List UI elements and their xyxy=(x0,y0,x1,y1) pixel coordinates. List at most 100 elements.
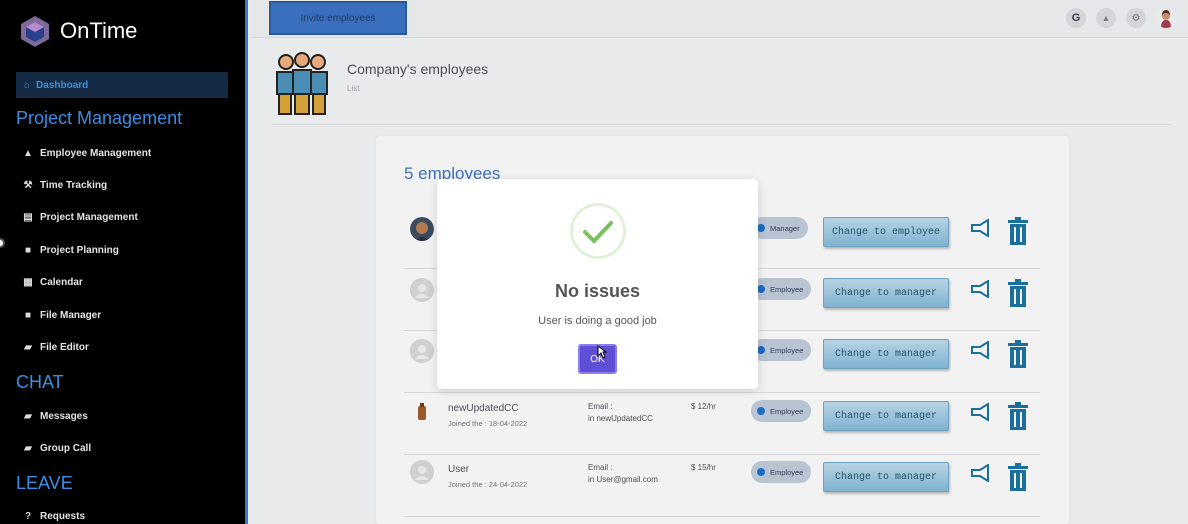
sidebar-item-requests[interactable]: ? Requests xyxy=(22,511,85,522)
avatar xyxy=(410,278,434,302)
sidebar-item-calendar[interactable]: ▦ Calendar xyxy=(22,277,83,288)
app-name: OnTime xyxy=(60,18,138,43)
trash-icon[interactable] xyxy=(1007,217,1029,245)
role-badge: Employee xyxy=(751,461,812,483)
role-badge: Employee xyxy=(751,278,812,300)
sidebar-item-label: File Editor xyxy=(40,342,89,353)
change-role-button[interactable]: Change to manager xyxy=(823,462,949,492)
brand[interactable]: OnTime xyxy=(18,14,137,48)
employee-email: in User@gmail.com xyxy=(588,475,658,484)
building-icon: ▤ xyxy=(23,212,33,223)
employee-name: newUpdatedCC xyxy=(448,403,519,414)
sidebar-item-label: Time Tracking xyxy=(40,180,108,191)
dialog-message: User is doing a good job xyxy=(538,315,657,327)
sidebar-item-label: Requests xyxy=(40,511,86,522)
section-title-chat: CHAT xyxy=(16,372,64,392)
wrench-icon: ⚒ xyxy=(23,180,33,191)
home-icon: ⌂ xyxy=(24,79,31,91)
trash-icon[interactable] xyxy=(1007,402,1029,430)
status-dot xyxy=(757,468,765,476)
question-icon: ? xyxy=(24,511,32,522)
book-icon: ▰ xyxy=(24,443,32,454)
sidebar-item-label: Project Management xyxy=(40,212,138,223)
bell-icon[interactable]: ▴ xyxy=(1096,8,1116,28)
change-role-button[interactable]: Change to employee xyxy=(823,217,949,247)
megaphone-icon[interactable] xyxy=(970,341,990,359)
role-label: Employee xyxy=(770,406,804,416)
sidebar-item-label: Employee Management xyxy=(40,148,152,159)
success-circle xyxy=(570,203,626,259)
sidebar-item-file-manager[interactable]: ■ File Manager xyxy=(22,310,101,321)
avatar xyxy=(418,403,426,420)
logo-icon xyxy=(21,16,49,47)
trash-icon[interactable] xyxy=(1007,463,1029,491)
section-title-leave: LEAVE xyxy=(16,473,73,493)
avatar[interactable] xyxy=(1156,8,1176,28)
archive-icon: ■ xyxy=(24,245,32,256)
sidebar-item-time-tracking[interactable]: ⚒ Time Tracking xyxy=(22,180,108,191)
status-dot xyxy=(757,224,765,232)
sidebar: OnTime ⌂ Dashboard Project Management ▲ … xyxy=(0,0,248,524)
user-icon: ▲ xyxy=(23,148,33,159)
mouse-cursor-icon xyxy=(597,345,607,359)
top-icons: G ▴ ⚙ xyxy=(1066,8,1176,28)
section-title-project-management: Project Management xyxy=(16,108,183,128)
sidebar-item-project-management[interactable]: ▤ Project Management xyxy=(22,212,138,223)
change-role-button[interactable]: Change to manager xyxy=(823,278,949,308)
megaphone-icon[interactable] xyxy=(970,403,990,421)
check-icon xyxy=(583,221,613,244)
role-label: Manager xyxy=(770,223,800,233)
hourly-rate: $ 12/hr xyxy=(691,402,716,411)
sidebar-item-project-planning[interactable]: ■ Project Planning xyxy=(22,245,119,256)
top-bar: Invite employees G ▴ ⚙ xyxy=(251,0,1188,38)
sidebar-item-label: Messages xyxy=(40,411,88,422)
role-badge: Manager xyxy=(751,217,808,239)
page-subtitle: List xyxy=(347,84,360,93)
email-label: Email : xyxy=(588,402,613,411)
sidebar-item-messages[interactable]: ▰ Messages xyxy=(22,411,88,422)
archive-icon: ■ xyxy=(24,310,32,321)
book-icon: ▰ xyxy=(24,342,32,353)
calendar-icon: ▦ xyxy=(23,277,33,288)
dialog-title: No issues xyxy=(554,281,641,301)
avatar xyxy=(410,217,434,241)
book-icon: ▰ xyxy=(24,411,32,422)
sidebar-item-file-editor[interactable]: ▰ File Editor xyxy=(22,342,89,353)
email-label: Email : xyxy=(588,463,613,472)
divider xyxy=(272,124,1172,125)
trash-icon[interactable] xyxy=(1007,279,1029,307)
table-row: User Joined the : 24-04-2022 Email : in … xyxy=(404,455,1040,517)
megaphone-icon[interactable] xyxy=(970,464,990,482)
change-role-button[interactable]: Change to manager xyxy=(823,401,949,431)
google-icon[interactable]: G xyxy=(1066,8,1086,28)
status-dot xyxy=(757,285,765,293)
change-role-button[interactable]: Change to manager xyxy=(823,339,949,369)
role-badge: Employee xyxy=(751,339,812,361)
role-label: Employee xyxy=(770,345,804,355)
sidebar-item-label: Project Planning xyxy=(40,245,119,256)
employee-name: User xyxy=(448,464,470,475)
table-row: newUpdatedCC Joined the : 18-04-2022 Ema… xyxy=(404,393,1040,455)
settings-icon[interactable]: ⚙ xyxy=(1126,8,1146,28)
avatar xyxy=(410,460,434,484)
trash-icon[interactable] xyxy=(1007,340,1029,368)
sidebar-item-group-call[interactable]: ▰ Group Call xyxy=(22,443,91,454)
sidebar-item-label: File Manager xyxy=(40,310,102,321)
status-dot xyxy=(757,346,765,354)
employees-group-icon xyxy=(276,52,328,115)
role-label: Employee xyxy=(770,467,804,477)
megaphone-icon[interactable] xyxy=(970,219,990,237)
invite-employees-button[interactable]: Invite employees xyxy=(269,1,407,35)
megaphone-icon[interactable] xyxy=(970,280,990,298)
hourly-rate: $ 15/hr xyxy=(691,463,716,472)
employee-email: in newUpdatedCC xyxy=(588,414,653,423)
sidebar-item-label: Dashboard xyxy=(36,79,89,91)
sidebar-item-dashboard[interactable]: ⌂ Dashboard xyxy=(16,72,228,98)
sidebar-item-label: Calendar xyxy=(40,277,83,288)
avatar xyxy=(410,339,434,363)
status-dot xyxy=(757,407,765,415)
page-title: Company's employees xyxy=(347,61,489,77)
joined-date: Joined the : 18-04-2022 xyxy=(448,419,528,428)
sidebar-item-employee-management[interactable]: ▲ Employee Management xyxy=(22,148,151,159)
role-badge: Employee xyxy=(751,400,812,422)
